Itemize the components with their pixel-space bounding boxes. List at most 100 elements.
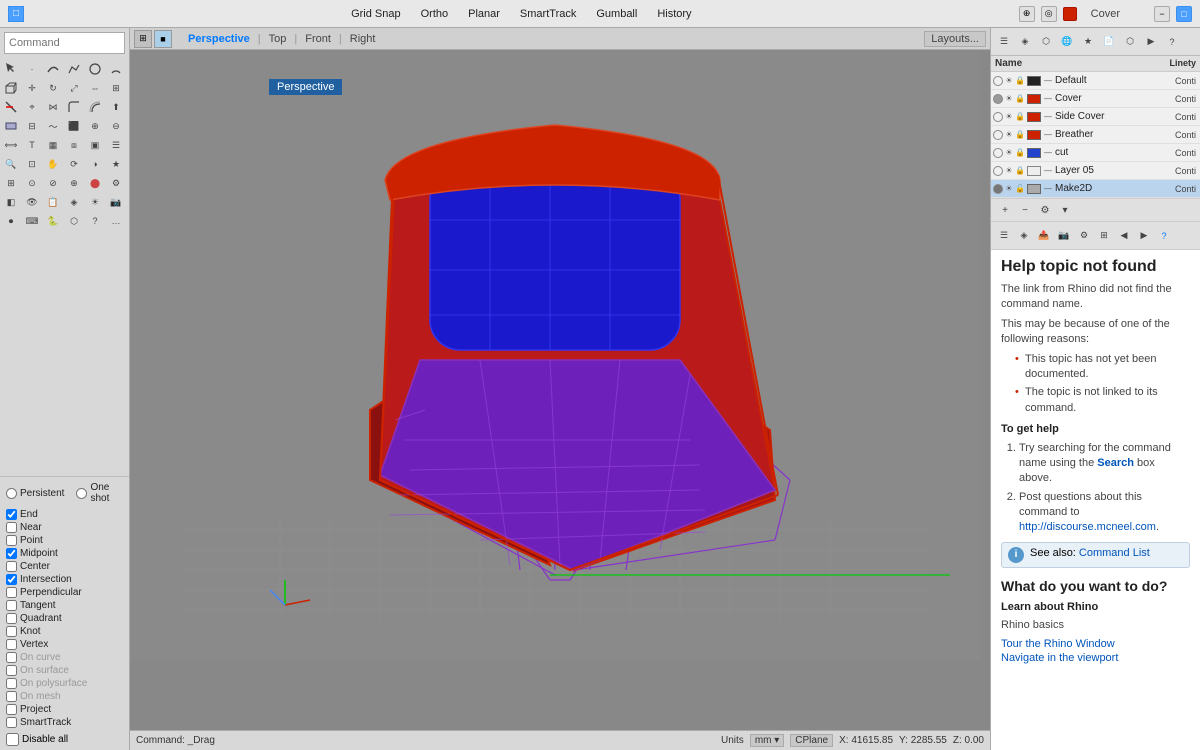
material-tool[interactable]: ◈ bbox=[65, 193, 83, 211]
snap-on-surface[interactable]: On surface bbox=[6, 664, 123, 677]
dimension-tool[interactable]: ⟺ bbox=[2, 136, 20, 154]
layer-remove-btn[interactable]: − bbox=[1017, 202, 1033, 218]
circle-tool[interactable] bbox=[86, 60, 104, 78]
menu-smarttrack[interactable]: SmartTrack bbox=[520, 8, 576, 20]
snap-point[interactable]: Point bbox=[6, 534, 123, 547]
viewport-grid-icon[interactable]: ⊞ bbox=[134, 30, 152, 48]
hatch-tool[interactable]: ▦ bbox=[44, 136, 62, 154]
menu-grid-snap[interactable]: Grid Snap bbox=[351, 8, 401, 20]
snap-project[interactable]: Project bbox=[6, 703, 123, 716]
help-discourse-link[interactable]: http://discourse.mcneel.com bbox=[1019, 521, 1156, 533]
boolean-union[interactable]: ⊕ bbox=[86, 117, 104, 135]
disable-all-btn[interactable]: Disable all bbox=[6, 733, 123, 746]
help-settings-icon[interactable]: ⚙ bbox=[1075, 227, 1093, 245]
layer-row-cut[interactable]: ☀ 🔒 — cut Conti bbox=[991, 144, 1200, 162]
layer-tool[interactable]: ☰ bbox=[107, 136, 125, 154]
join-tool[interactable]: ⋈ bbox=[44, 98, 62, 116]
nurbs-tool[interactable]: 〜 bbox=[44, 117, 62, 135]
help-layers-icon[interactable]: ☰ bbox=[995, 227, 1013, 245]
grid-tool[interactable]: ⊞ bbox=[2, 174, 20, 192]
snap-perpendicular[interactable]: Perpendicular bbox=[6, 586, 123, 599]
color-tool[interactable]: ⬤ bbox=[86, 174, 104, 192]
snap-vertex[interactable]: Vertex bbox=[6, 638, 123, 651]
snap-tangent[interactable]: Tangent bbox=[6, 599, 123, 612]
target-icon[interactable]: ⊕ bbox=[1019, 6, 1035, 22]
viewport-mode-icon[interactable]: ■ bbox=[154, 30, 172, 48]
menu-ortho[interactable]: Ortho bbox=[421, 8, 449, 20]
zoom-window[interactable]: 🔍 bbox=[2, 155, 20, 173]
menu-gumball[interactable]: Gumball bbox=[596, 8, 637, 20]
snap-center[interactable]: Center bbox=[6, 560, 123, 573]
extra-tool[interactable]: … bbox=[107, 212, 125, 230]
record-anim[interactable]: ⏺ bbox=[2, 212, 20, 230]
layer-row-make2d[interactable]: ☀ 🔓 — Make2D Conti bbox=[991, 180, 1200, 198]
rt-plugin-icon[interactable]: ⬡ bbox=[1121, 33, 1139, 51]
stop-icon[interactable] bbox=[1063, 7, 1077, 21]
layer-settings-btn[interactable]: ⚙ bbox=[1037, 202, 1053, 218]
snap-on-curve[interactable]: On curve bbox=[6, 651, 123, 664]
text-tool[interactable]: T bbox=[23, 136, 41, 154]
rt-extra-icon[interactable]: ▶ bbox=[1142, 33, 1160, 51]
viewport-tab-right[interactable]: Right bbox=[344, 33, 382, 45]
mirror-tool[interactable]: ⇔ bbox=[86, 79, 104, 97]
obj-properties[interactable]: 📋 bbox=[44, 193, 62, 211]
block-tool[interactable]: ▣ bbox=[86, 136, 104, 154]
viewport-tab-perspective[interactable]: Perspective bbox=[182, 33, 256, 45]
pan-tool[interactable]: ✋ bbox=[44, 155, 62, 173]
help-grid-icon[interactable]: ⊞ bbox=[1095, 227, 1113, 245]
persistent-radio[interactable]: Persistent bbox=[6, 481, 64, 505]
rt-obj-icon[interactable]: ◈ bbox=[1016, 33, 1034, 51]
settings-tool[interactable]: ⚙ bbox=[107, 174, 125, 192]
display-tool[interactable]: ◧ bbox=[2, 193, 20, 211]
snap-smarttrack[interactable]: SmartTrack bbox=[6, 716, 123, 729]
layer-settings-chevron[interactable]: ▾ bbox=[1057, 202, 1073, 218]
polyline-tool[interactable] bbox=[65, 60, 83, 78]
select-tool[interactable] bbox=[2, 60, 20, 78]
record-icon[interactable]: ◎ bbox=[1041, 6, 1057, 22]
help-icon-btn[interactable]: ? bbox=[86, 212, 104, 230]
array-tool[interactable]: ⊞ bbox=[107, 79, 125, 97]
layer-row-sidecover[interactable]: ☀ 🔒 — Side Cover Conti bbox=[991, 108, 1200, 126]
python-tool[interactable]: 🐍 bbox=[44, 212, 62, 230]
light-tool[interactable]: ☀ bbox=[86, 193, 104, 211]
group-tool[interactable]: ⧈ bbox=[65, 136, 83, 154]
rt-material-icon[interactable]: ⬡ bbox=[1037, 33, 1055, 51]
rt-notes-icon[interactable]: 📄 bbox=[1100, 33, 1118, 51]
menu-history[interactable]: History bbox=[657, 8, 691, 20]
command-input[interactable] bbox=[4, 32, 125, 54]
layouts-button[interactable]: Layouts... bbox=[924, 31, 986, 47]
snap-on-mesh[interactable]: On mesh bbox=[6, 690, 123, 703]
help-command-list-link[interactable]: Command List bbox=[1079, 547, 1150, 559]
snap-tool[interactable]: ⊙ bbox=[23, 174, 41, 192]
scale-tool[interactable]: ⤢ bbox=[65, 79, 83, 97]
snap-near[interactable]: Near bbox=[6, 521, 123, 534]
split-tool[interactable]: ⌖ bbox=[23, 98, 41, 116]
help-question-icon[interactable]: ? bbox=[1155, 227, 1173, 245]
layer-row-breather[interactable]: ☀ 🔒 — Breather Conti bbox=[991, 126, 1200, 144]
render-tool[interactable]: ★ bbox=[107, 155, 125, 173]
help-forward-icon[interactable]: ▶ bbox=[1135, 227, 1153, 245]
fillet-tool[interactable] bbox=[65, 98, 83, 116]
snap-midpoint[interactable]: Midpoint bbox=[6, 547, 123, 560]
plugin-tool[interactable]: ⬡ bbox=[65, 212, 83, 230]
layer-row-layer05[interactable]: ☀ 🔒 — Layer 05 Conti bbox=[991, 162, 1200, 180]
rt-env-icon[interactable]: 🌐 bbox=[1058, 33, 1076, 51]
help-obj-icon[interactable]: ◈ bbox=[1015, 227, 1033, 245]
minimize-icon[interactable]: − bbox=[1154, 6, 1170, 22]
layer-add-btn[interactable]: + bbox=[997, 202, 1013, 218]
viewport-tab-front[interactable]: Front bbox=[299, 33, 337, 45]
rotate-view[interactable]: ⟳ bbox=[65, 155, 83, 173]
layer-row-cover[interactable]: ☀ 🔒 — Cover Conti bbox=[991, 90, 1200, 108]
shade-tool[interactable]: ◑ bbox=[86, 155, 104, 173]
help-export-icon[interactable]: 📤 bbox=[1035, 227, 1053, 245]
3d-viewport[interactable] bbox=[130, 50, 990, 730]
rt-layers-icon[interactable]: ☰ bbox=[995, 33, 1013, 51]
arc-tool[interactable] bbox=[107, 60, 125, 78]
help-camera-icon[interactable]: 📷 bbox=[1055, 227, 1073, 245]
viewport-tab-top[interactable]: Top bbox=[263, 33, 293, 45]
snap-knot[interactable]: Knot bbox=[6, 625, 123, 638]
analyze-tool[interactable]: ⊕ bbox=[65, 174, 83, 192]
help-navigate-link[interactable]: Navigate in the viewport bbox=[1001, 652, 1190, 664]
zoom-extent[interactable]: ⊡ bbox=[23, 155, 41, 173]
mesh-tool[interactable]: ⊟ bbox=[23, 117, 41, 135]
